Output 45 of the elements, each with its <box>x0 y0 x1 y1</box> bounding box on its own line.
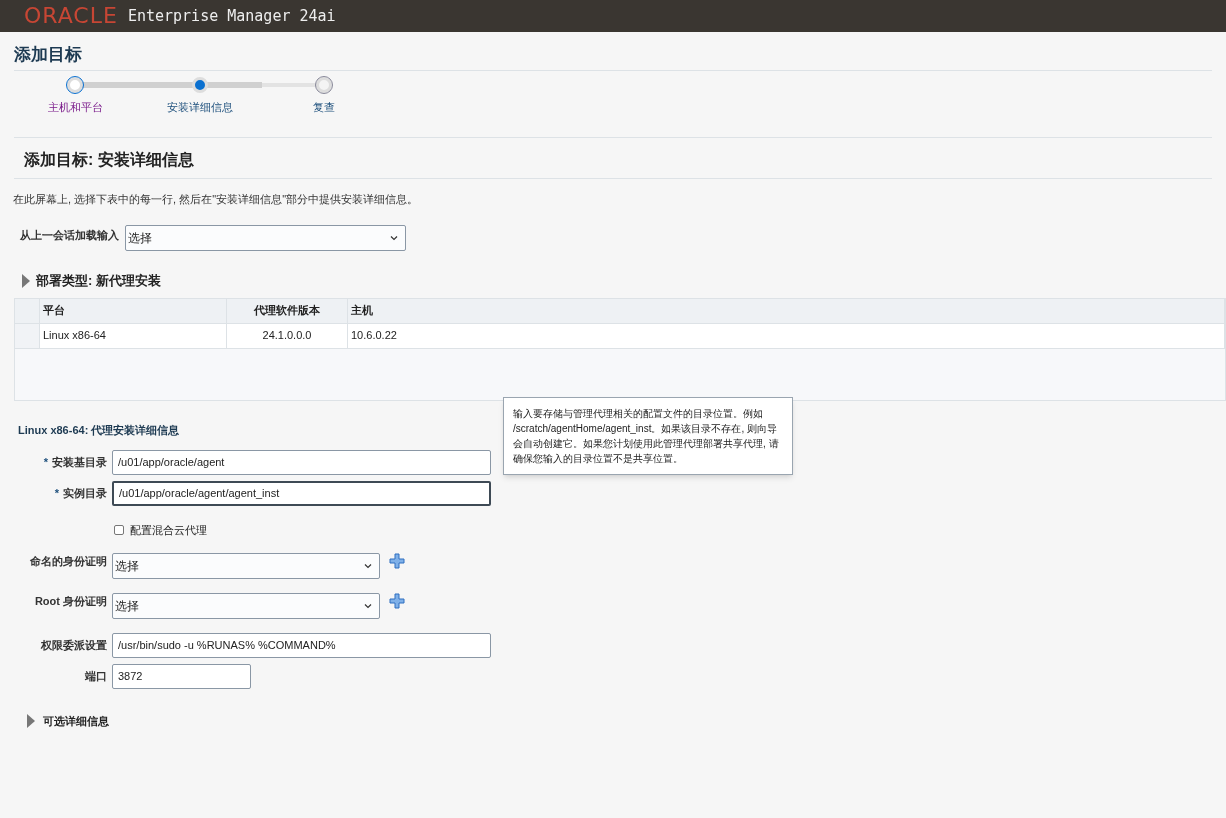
field-label: 端口 <box>85 668 107 684</box>
field-label: 从上一会话加载输入 <box>20 227 119 243</box>
column-header: 平台 <box>40 298 227 323</box>
train-step-label[interactable]: 复查 <box>313 98 335 115</box>
product-name: Enterprise Manager 24ai <box>127 5 336 27</box>
details-title: Linux x86-64: 代理安装详细信息 <box>18 422 180 438</box>
required-mark: * <box>43 455 48 471</box>
section-heading: 部署类型: 新代理安装 <box>36 272 161 290</box>
train-stop[interactable] <box>67 76 83 93</box>
expand-triangle-icon[interactable] <box>27 713 35 728</box>
field-label: 权限委派设置 <box>41 637 107 653</box>
instructions-text: 在此屏幕上, 选择下表中的每一行, 然后在"安装详细信息"部分中提供安装详细信息。 <box>13 191 420 207</box>
train-stop[interactable] <box>192 76 208 93</box>
select-dropdown[interactable]: 选择 <box>125 225 406 251</box>
add-icon[interactable] <box>389 592 405 609</box>
checkbox[interactable] <box>114 525 124 536</box>
select-dropdown[interactable]: 选择 <box>112 592 380 619</box>
input-field[interactable]: 3872 <box>112 663 251 689</box>
row-selector-cell[interactable] <box>15 323 40 348</box>
field-label: Root 身份证明 <box>34 594 107 610</box>
column-header: 代理软件版本 <box>227 298 348 323</box>
column-header: 主机 <box>348 298 1225 323</box>
section-title: 添加目标: 安装详细信息 <box>23 149 195 170</box>
input-field[interactable]: /u01/app/oracle/agent <box>112 450 491 475</box>
field-label: 安装基目录 <box>52 455 107 471</box>
field-label: 实例目录 <box>63 486 107 502</box>
page-title: 添加目标 <box>14 32 1212 71</box>
section-heading: 可选详细信息 <box>43 713 109 729</box>
input-field[interactable]: /usr/bin/sudo -u %RUNAS% %COMMAND% <box>112 632 491 658</box>
field-label: 命名的身份证明 <box>30 554 107 570</box>
input-field[interactable]: /u01/app/oracle/agent/agent_inst <box>112 481 491 506</box>
oracle-logo: ORACLE <box>24 5 118 27</box>
caret-icon <box>389 233 399 243</box>
required-mark: * <box>54 486 59 502</box>
select-dropdown[interactable]: 选择 <box>112 552 380 579</box>
table-cell: 10.6.0.22 <box>348 323 1225 348</box>
train-step-label[interactable]: 主机和平台 <box>47 98 103 115</box>
train-stop[interactable] <box>316 76 332 93</box>
tooltip: 输入要存储与管理代理相关的配置文件的目录位置。例如 /scratch/agentHome/agent_inst。如果该目录不存在, 则向导会自动创建它。如果您计划使用此管理代理部署共享代理, 请确保您输入的目录位置不是共享位置。 <box>503 397 793 475</box>
train-step-label[interactable]: 安装详细信息 <box>167 98 233 115</box>
table-cell: 24.1.0.0.0 <box>227 323 348 348</box>
checkbox-label[interactable]: 配置混合云代理 <box>130 522 207 539</box>
add-icon[interactable] <box>389 552 405 569</box>
expand-triangle-icon[interactable] <box>22 273 30 288</box>
table-cell: Linux x86-64 <box>40 323 227 348</box>
